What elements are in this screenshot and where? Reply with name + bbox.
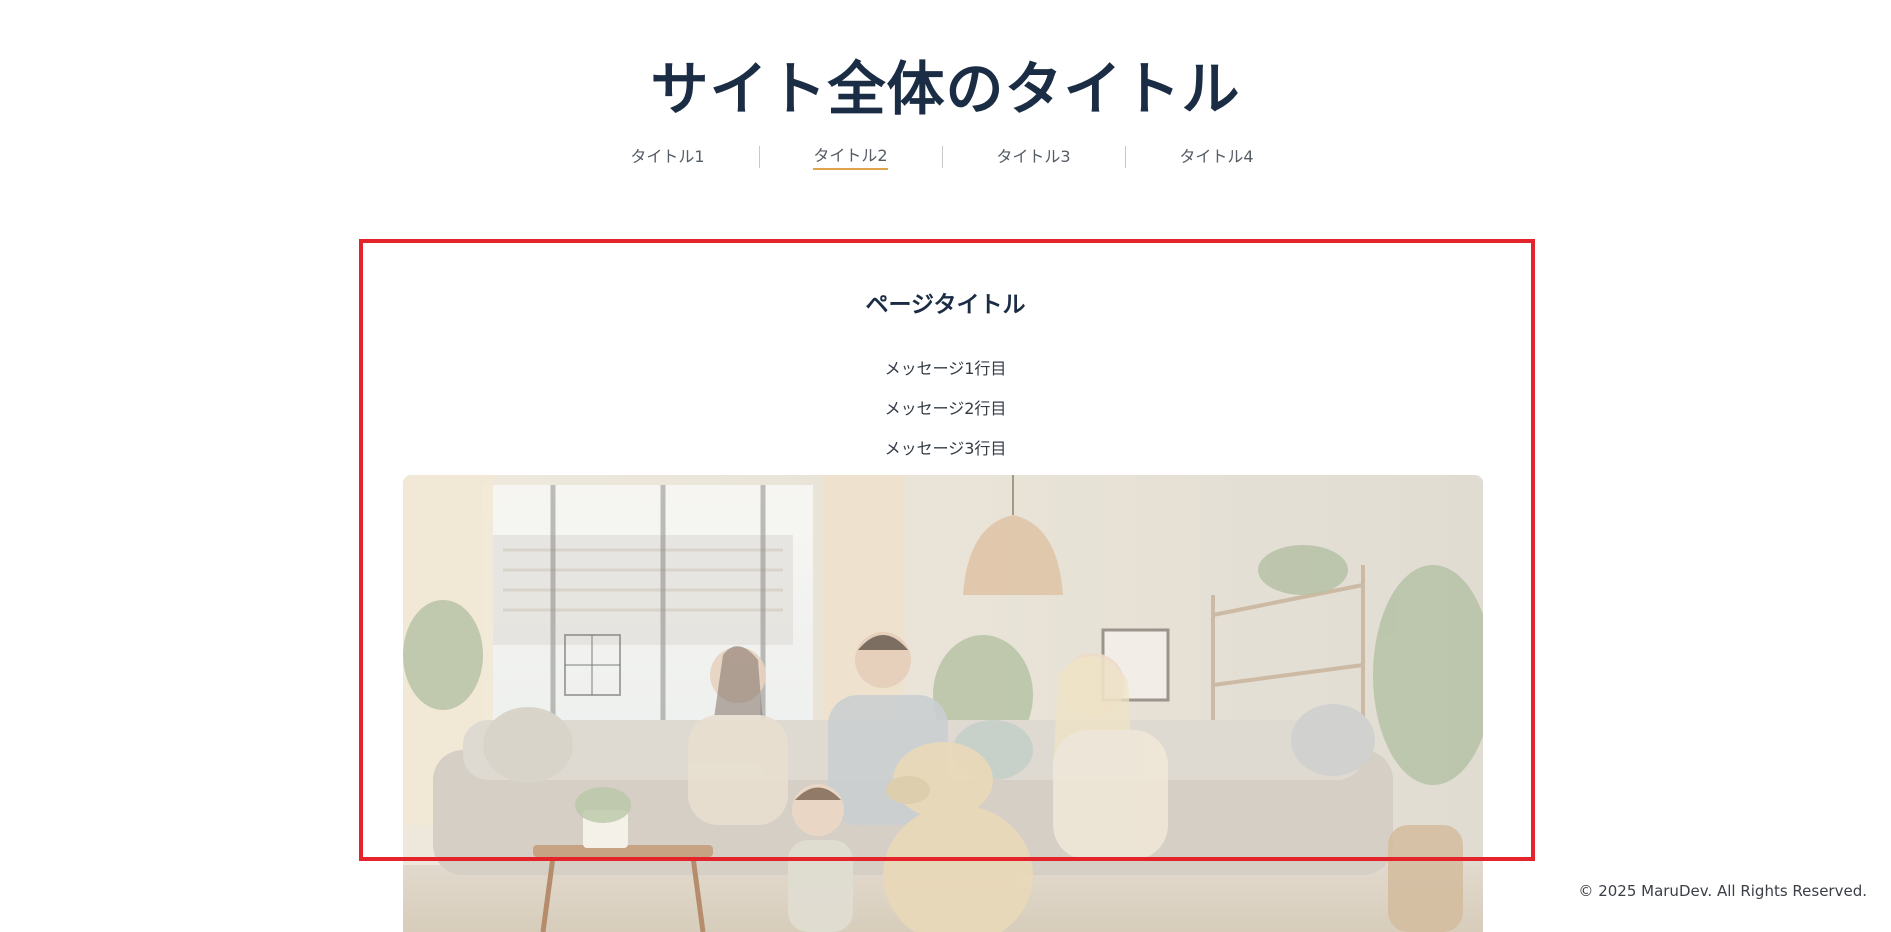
message-line-3: メッセージ3行目 — [884, 439, 1007, 458]
nav-item-title2[interactable]: タイトル2 — [759, 142, 942, 170]
family-living-room-photo-icon — [403, 475, 1483, 932]
nav-item-title3[interactable]: タイトル3 — [942, 142, 1125, 170]
site-title: サイト全体のタイトル — [650, 55, 1241, 123]
message-line-1: メッセージ1行目 — [884, 359, 1007, 378]
message-line-2: メッセージ2行目 — [884, 399, 1007, 418]
nav-item-label: タイトル4 — [1179, 147, 1254, 166]
page-title: ページタイトル — [865, 292, 1026, 319]
hero-image — [403, 475, 1483, 932]
main-nav: タイトル1 タイトル2 タイトル3 タイトル4 — [576, 142, 1308, 170]
copyright-text: © 2025 MaruDev. All Rights Reserved. — [1578, 882, 1867, 900]
nav-item-title4[interactable]: タイトル4 — [1125, 142, 1308, 170]
nav-item-label: タイトル3 — [996, 147, 1071, 166]
nav-item-label: タイトル2 — [813, 142, 888, 170]
nav-item-label: タイトル1 — [630, 147, 705, 166]
nav-item-title1[interactable]: タイトル1 — [576, 142, 759, 170]
